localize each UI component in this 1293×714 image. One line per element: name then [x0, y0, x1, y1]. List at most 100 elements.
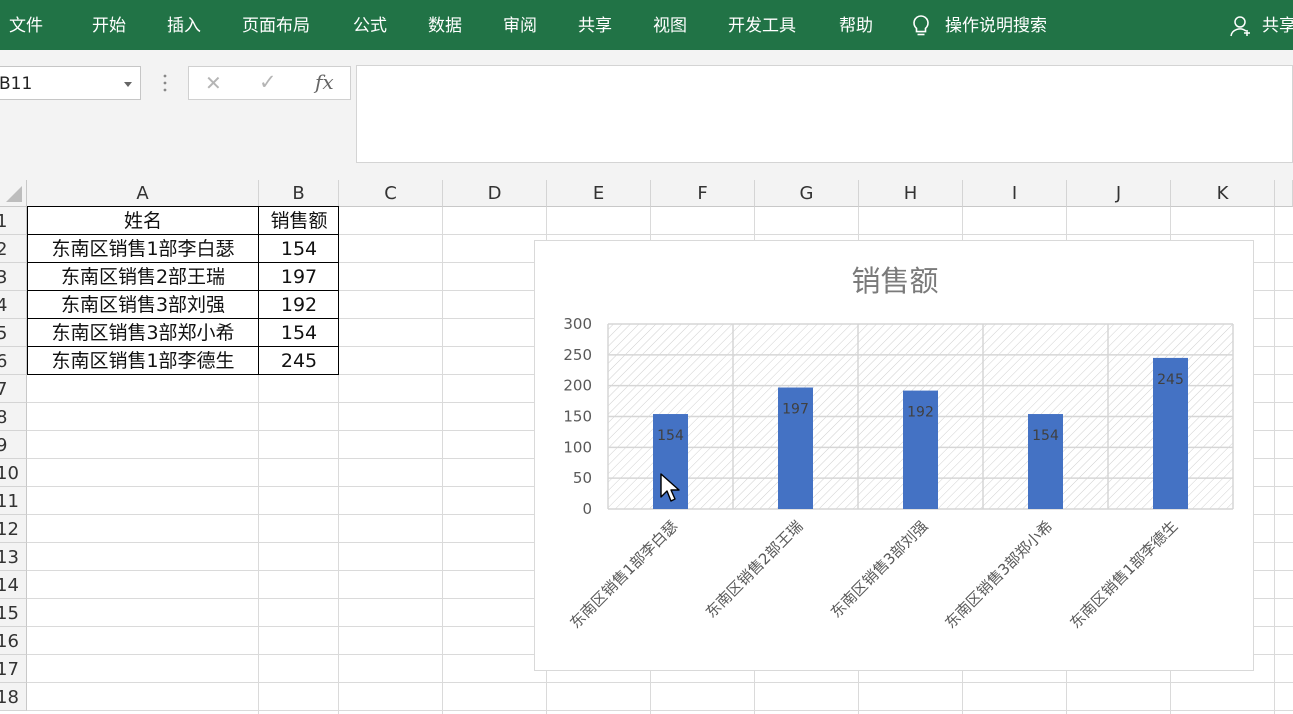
data-label: 197 — [782, 402, 809, 418]
y-tick-label: 250 — [563, 346, 592, 364]
row-header-1[interactable]: 1 — [0, 207, 27, 235]
cell-name[interactable]: 东南区销售2部王瑞 — [27, 263, 259, 291]
cell-sales[interactable]: 154 — [259, 319, 339, 347]
data-label: 154 — [657, 428, 684, 444]
formula-input[interactable] — [356, 65, 1293, 163]
row-header-10[interactable]: 10 — [0, 459, 27, 487]
row-header-4[interactable]: 4 — [0, 291, 27, 319]
y-tick-label: 150 — [563, 408, 592, 426]
column-header-f[interactable]: F — [651, 180, 755, 207]
name-box-value: B11 — [0, 74, 33, 94]
insert-function-icon[interactable]: fx — [315, 70, 334, 94]
share-button[interactable]: 共享 — [1262, 0, 1293, 50]
tab-review[interactable]: 审阅 — [503, 0, 537, 50]
enter-icon[interactable]: ✓ — [259, 70, 277, 94]
row-header-14[interactable]: 14 — [0, 571, 27, 599]
tab-share-panel[interactable]: 共享 — [578, 0, 612, 50]
formula-buttons: ✕ ✓ fx — [188, 66, 351, 100]
row-header-13[interactable]: 13 — [0, 543, 27, 571]
gridline-vertical — [1274, 207, 1275, 714]
cell-name[interactable]: 东南区销售1部李白瑟 — [27, 235, 259, 263]
row-header-5[interactable]: 5 — [0, 319, 27, 347]
tab-formulas[interactable]: 公式 — [353, 0, 387, 50]
user-add-icon[interactable] — [1230, 15, 1252, 37]
column-header-g[interactable]: G — [755, 180, 859, 207]
y-tick-label: 300 — [563, 315, 592, 333]
table-border — [27, 318, 339, 319]
mouse-cursor-icon — [660, 473, 680, 502]
tab-file[interactable]: 文件 — [9, 0, 43, 50]
table-border — [27, 234, 339, 235]
drag-handle-icon[interactable] — [163, 72, 167, 94]
row-header-2[interactable]: 2 — [0, 235, 27, 263]
column-header-e[interactable]: E — [547, 180, 651, 207]
name-box[interactable]: B11 — [0, 66, 141, 100]
lightbulb-icon[interactable] — [910, 14, 932, 38]
table-border — [258, 206, 259, 375]
row-header-6[interactable]: 6 — [0, 347, 27, 375]
chevron-down-icon[interactable] — [124, 82, 132, 87]
column-header-a[interactable]: A — [27, 180, 259, 207]
row-header-18[interactable]: 18 — [0, 683, 27, 711]
cancel-icon[interactable]: ✕ — [205, 71, 222, 95]
cell-name[interactable]: 东南区销售3部郑小希 — [27, 319, 259, 347]
column-header-l[interactable] — [1275, 180, 1293, 207]
x-category-label: 东南区销售2部王瑞 — [702, 517, 806, 621]
cell-sales[interactable]: 192 — [259, 291, 339, 319]
cell-a1-header[interactable]: 姓名 — [27, 207, 259, 235]
data-label: 192 — [907, 405, 934, 421]
tell-me-search[interactable]: 操作说明搜索 — [945, 0, 1047, 50]
row-header-11[interactable]: 11 — [0, 487, 27, 515]
column-header-d[interactable]: D — [443, 180, 547, 207]
tab-help[interactable]: 帮助 — [839, 0, 873, 50]
tab-developer[interactable]: 开发工具 — [728, 0, 796, 50]
row-header-9[interactable]: 9 — [0, 431, 27, 459]
row-header-7[interactable]: 7 — [0, 375, 27, 403]
row-header-3[interactable]: 3 — [0, 263, 27, 291]
row-header-16[interactable]: 16 — [0, 627, 27, 655]
y-tick-label: 200 — [563, 377, 592, 395]
data-label: 245 — [1157, 372, 1184, 388]
tab-insert[interactable]: 插入 — [167, 0, 201, 50]
chart-plot: 0 50 100 150 200 250 300 154 197 192 154 245 东南区销售1部… — [563, 315, 1234, 632]
tab-data[interactable]: 数据 — [428, 0, 462, 50]
x-category-label: 东南区销售1部李德生 — [1066, 517, 1181, 632]
row-header-17[interactable]: 17 — [0, 655, 27, 683]
x-category-label: 东南区销售1部李白瑟 — [566, 517, 681, 632]
table-border — [27, 206, 28, 375]
gridline-horizontal — [27, 682, 1293, 683]
sales-chart[interactable]: 销售额 0 50 100 150 200 250 300 154 197 192 154 245 东南区… — [534, 240, 1254, 671]
table-border — [27, 206, 339, 207]
cell-sales[interactable]: 154 — [259, 235, 339, 263]
gridline-vertical — [442, 207, 443, 714]
cell-sales[interactable]: 197 — [259, 263, 339, 291]
column-header-c[interactable]: C — [339, 180, 443, 207]
row-header-15[interactable]: 15 — [0, 599, 27, 627]
tab-view[interactable]: 视图 — [653, 0, 687, 50]
tab-page-layout[interactable]: 页面布局 — [242, 0, 310, 50]
column-header-j[interactable]: J — [1067, 180, 1171, 207]
select-all-corner[interactable] — [0, 180, 27, 207]
table-border — [338, 206, 339, 375]
row-header-8[interactable]: 8 — [0, 403, 27, 431]
x-category-label: 东南区销售3部刘强 — [827, 517, 931, 621]
gridline-horizontal — [27, 710, 1293, 711]
row-header-12[interactable]: 12 — [0, 515, 27, 543]
y-tick-label: 50 — [573, 469, 592, 487]
cell-name[interactable]: 东南区销售3部刘强 — [27, 291, 259, 319]
table-border — [27, 346, 339, 347]
tab-home[interactable]: 开始 — [92, 0, 126, 50]
column-header-h[interactable]: H — [859, 180, 963, 207]
column-header-k[interactable]: K — [1171, 180, 1275, 207]
cell-name[interactable]: 东南区销售1部李德生 — [27, 347, 259, 375]
table-border — [27, 262, 339, 263]
cell-sales[interactable]: 245 — [259, 347, 339, 375]
x-category-label: 东南区销售3部郑小希 — [941, 517, 1056, 632]
column-header-i[interactable]: I — [963, 180, 1067, 207]
column-header-b[interactable]: B — [259, 180, 339, 207]
cell-b1-header[interactable]: 销售额 — [259, 207, 339, 235]
ribbon: 文件 开始 插入 页面布局 公式 数据 审阅 共享 视图 开发工具 帮助 操作说… — [0, 0, 1293, 50]
data-label: 154 — [1032, 428, 1059, 444]
table-border — [27, 374, 339, 375]
y-tick-label: 0 — [582, 500, 592, 518]
